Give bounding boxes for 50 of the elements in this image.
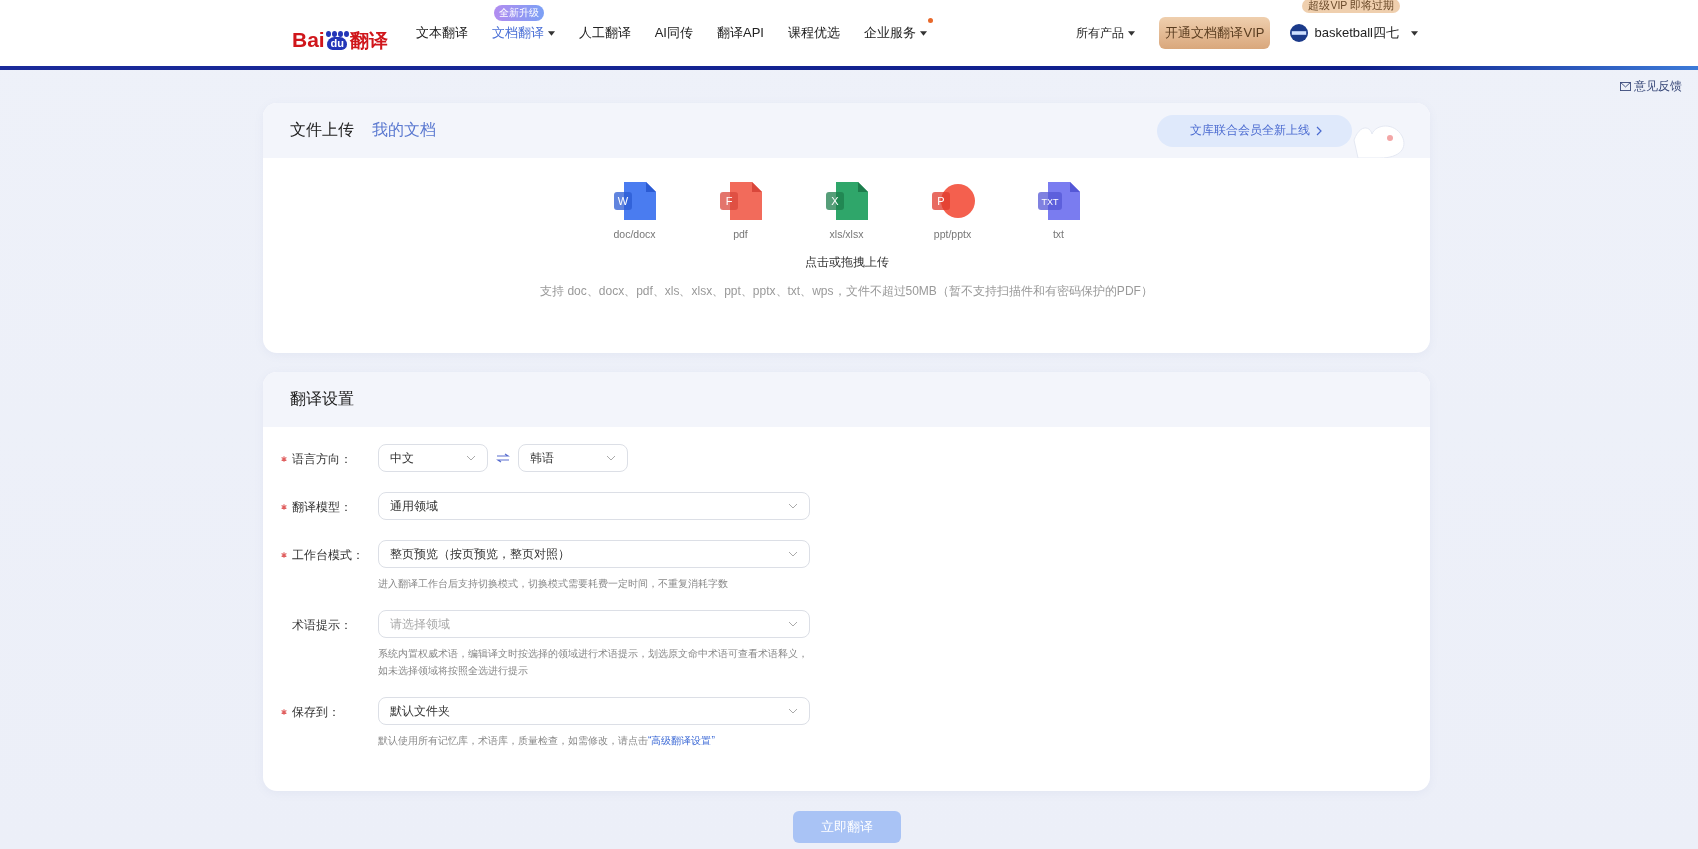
field-label: 语言方向： [292,450,352,468]
chevron-down-icon [788,621,798,627]
nav-link[interactable]: 翻译API [717,24,764,42]
settings-link[interactable]: “高级翻译设置” [648,735,715,746]
chevron-down-icon [788,551,798,557]
new-badge: 全新升级 [493,5,544,21]
dropdown-field[interactable]: 默认文件夹 [378,697,810,725]
upload-prompt[interactable]: 点击或拖拽上传 [804,254,889,271]
products-menu[interactable]: 所有产品 [1076,24,1136,42]
field-hint: 进入翻译工作台后支持切换模式，切换模式需要耗费一定时间，不重复消耗字数 [378,577,729,591]
field-label: 工作台模式： [292,546,364,564]
promo-banner[interactable]: 文库联合会员全新上线 [1157,114,1352,147]
user-menu[interactable]: basketball四七 [1314,24,1399,42]
chevron-down-icon [466,455,476,461]
upload-hint: 支持 doc、docx、pdf、xls、xlsx、ppt、pptx、txt、wps，文件不超过50MB（暂不支持扫描件和有密码保护的PDF） [540,283,1153,300]
file-type-label: doc/docx [613,228,656,240]
file-type-label: ppt/pptx [933,228,972,240]
chevron-down-icon [788,503,798,509]
caret-icon [1128,30,1136,36]
chevron-down-icon [788,708,798,714]
nav-link[interactable]: 企业服务 [863,24,927,42]
language-select[interactable]: 中文 [378,444,488,472]
file-type-label: pdf [733,228,748,240]
field-hint: 系统内置权威术语，编辑译文时按选择的领域进行术语提示，划选原文命中术语可查看术语释义，如未选择领域将按照全选进行提示 [378,647,809,678]
language-select[interactable]: 韩语 [518,444,628,472]
tab[interactable]: 我的文档 [372,120,436,141]
tab[interactable]: 文件上传 [290,120,354,141]
nav-link[interactable]: AI同传 [654,24,693,42]
vip-badge: 超级VIP 即将过期 [1302,0,1401,13]
file-type-label: xls/xlsx [829,228,864,240]
swap-icon[interactable] [496,453,510,463]
field-label: 保存到： [292,703,340,721]
avatar-icon[interactable] [1290,24,1309,42]
file-type-label: txt [1052,228,1065,240]
nav-link[interactable]: 文本翻译 [415,24,468,42]
mail-icon [1620,81,1631,91]
field-hint: 默认使用所有记忆库，术语库，质量检查，如需修改，请点击“高级翻译设置” [378,734,716,748]
chevron-down-icon [606,455,616,461]
field-label: 术语提示： [292,616,352,634]
vip-button[interactable]: 开通文档翻译VIP [1159,17,1271,49]
section-title: 翻译设置 [290,389,354,409]
feedback-link[interactable]: 意见反馈 [1620,76,1682,96]
nav-link[interactable]: 人工翻译 [578,24,631,42]
nav-link[interactable]: 文档翻译 [491,24,555,42]
dropdown-field[interactable]: 整页预览（按页预览，整页对照） [378,540,810,568]
logo[interactable]: Bai du 翻译 [292,16,388,50]
caret-icon[interactable] [1411,30,1418,36]
dropdown-field[interactable]: 通用领域 [378,492,810,520]
nav-link[interactable]: 课程优选 [787,24,840,42]
field-label: 翻译模型： [292,498,352,516]
